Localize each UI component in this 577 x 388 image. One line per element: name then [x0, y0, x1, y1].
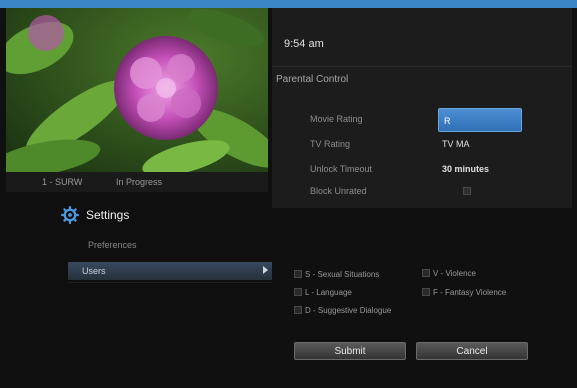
flower-preview-image [6, 8, 268, 172]
clock: 9:54 am [284, 38, 324, 50]
cancel-button[interactable]: Cancel [416, 342, 528, 360]
tv-rating-label: TV Rating [310, 139, 351, 149]
preferences-item[interactable]: Preferences [88, 240, 137, 250]
parental-control-panel: 9:54 am Parental Control Movie Rating R … [272, 8, 572, 208]
category-checkbox[interactable] [294, 270, 302, 278]
category-checkbox[interactable] [294, 288, 302, 296]
movie-rating-label: Movie Rating [310, 114, 363, 124]
category-label: S - Sexual Situations [305, 270, 380, 279]
divider [272, 66, 572, 67]
category-label: D - Suggestive Dialogue [305, 306, 392, 315]
divider [68, 282, 274, 283]
category-checkbox[interactable] [422, 288, 430, 296]
block-unrated-checkbox[interactable] [463, 187, 471, 195]
now-playing-bar: 1 - SURW In Progress [6, 172, 268, 192]
category-sexual-situations[interactable]: S - Sexual Situations [294, 270, 379, 279]
category-language[interactable]: L - Language [294, 288, 352, 297]
users-item[interactable]: Users [68, 262, 274, 280]
chevron-right-icon [263, 266, 268, 274]
top-accent-bar [0, 0, 577, 8]
category-label: V - Violence [433, 269, 476, 278]
content-categories: S - Sexual Situations V - Violence L - L… [272, 208, 572, 386]
settings-panel: Settings Preferences Users [6, 192, 274, 386]
tv-rating-option[interactable]: TV MA [442, 139, 470, 149]
movie-rating-dropdown[interactable]: R [438, 108, 522, 132]
category-checkbox[interactable] [294, 306, 302, 314]
category-suggestive-dialogue[interactable]: D - Suggestive Dialogue [294, 306, 391, 315]
category-label: L - Language [305, 288, 352, 297]
submit-button[interactable]: Submit [294, 342, 406, 360]
parental-control-title: Parental Control [276, 74, 349, 85]
channel-label: 1 - SURW [42, 177, 83, 187]
block-unrated-label: Block Unrated [310, 186, 367, 196]
tv-preview[interactable] [6, 8, 268, 172]
category-checkbox[interactable] [422, 269, 430, 277]
category-label: F - Fantasy Violence [433, 288, 507, 297]
users-label: Users [82, 266, 106, 276]
settings-title: Settings [86, 208, 130, 222]
program-status: In Progress [116, 177, 163, 187]
unlock-timeout-label: Unlock Timeout [310, 164, 373, 174]
unlock-timeout-option[interactable]: 30 minutes [442, 164, 489, 174]
gear-icon [61, 206, 79, 224]
category-fantasy-violence[interactable]: F - Fantasy Violence [422, 288, 506, 297]
category-violence[interactable]: V - Violence [422, 269, 476, 278]
